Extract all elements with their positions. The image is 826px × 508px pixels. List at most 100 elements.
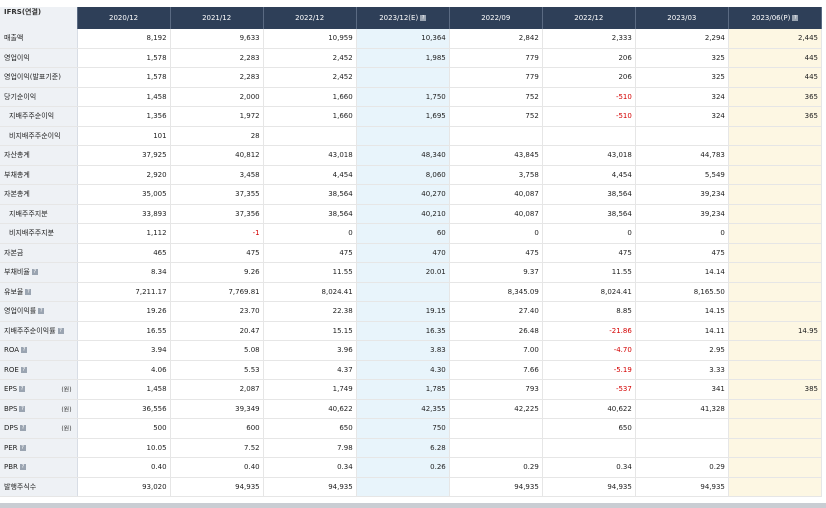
question-icon[interactable]: ? bbox=[20, 425, 27, 432]
table-cell: 94,935 bbox=[170, 477, 264, 497]
table-row: 지배주주지분 33,893 37,356 38,564 40,210 40,087 38,5… bbox=[0, 204, 823, 224]
question-icon[interactable]: ? bbox=[57, 327, 64, 334]
table-row: PER? 10.05 7.52 7.98 6.28 bbox=[0, 438, 823, 458]
table-cell: 28 bbox=[170, 126, 264, 146]
financial-summary-panel: IFRS(연결) 2020/12 2021/12 2022/12 2023/12(E)… bbox=[0, 0, 826, 508]
table-cell: 94,935 bbox=[263, 477, 357, 497]
table-cell: 41,328 bbox=[635, 399, 729, 419]
table-cell: 2,283 bbox=[170, 48, 264, 68]
table-cell: 8.34 bbox=[77, 262, 171, 283]
table-cell: 0 bbox=[635, 223, 729, 244]
table-row: 자본금 465 475 475 470 475 475 475 bbox=[0, 243, 823, 263]
table-cell: 0.29 bbox=[635, 457, 729, 478]
question-icon[interactable]: ? bbox=[21, 347, 28, 354]
table-row: 지배주주순이익 1,356 1,972 1,660 1,695 752 -510 324 365 bbox=[0, 106, 823, 127]
question-icon[interactable]: ? bbox=[19, 386, 26, 393]
table-cell: 23.70 bbox=[170, 301, 264, 322]
table-row: ROE? 4.06 5.53 4.37 4.30 7.66 -5.19 3.33 bbox=[0, 360, 823, 380]
row-label: 지배주주순이익 bbox=[0, 106, 78, 127]
question-icon[interactable]: ? bbox=[19, 405, 26, 412]
table-cell: 20.47 bbox=[170, 321, 264, 341]
table-cell: 750 bbox=[356, 418, 450, 439]
table-body: 매출액 8,192 9,633 10,959 10,364 2,842 2,333 2,294… bbox=[0, 29, 823, 497]
accounting-standard-label: IFRS(연결) bbox=[0, 7, 78, 29]
table-cell: 325 bbox=[635, 67, 729, 88]
row-label: 지배주주순이익률? bbox=[0, 321, 78, 341]
table-cell: 60 bbox=[356, 223, 450, 244]
table-cell: 5.08 bbox=[170, 340, 264, 361]
table-cell: 4,454 bbox=[542, 165, 636, 185]
table-cell: 2,842 bbox=[449, 29, 543, 49]
table-cell: 1,578 bbox=[77, 48, 171, 68]
table-cell: -510 bbox=[542, 87, 636, 107]
question-icon[interactable]: ? bbox=[19, 464, 26, 471]
question-icon[interactable]: ? bbox=[20, 366, 27, 373]
column-header-label: 2022/12 bbox=[295, 14, 325, 22]
table-cell: 4.30 bbox=[356, 360, 450, 380]
table-cell: 94,935 bbox=[449, 477, 543, 497]
table-cell: 206 bbox=[542, 67, 636, 88]
table-cell: 101 bbox=[77, 126, 171, 146]
table-cell: 475 bbox=[635, 243, 729, 263]
row-label-text: 유보율 bbox=[4, 287, 24, 296]
horizontal-scrollbar[interactable] bbox=[0, 503, 826, 508]
table-cell: 650 bbox=[542, 418, 636, 439]
row-label: 유보율? bbox=[0, 282, 78, 302]
table-cell bbox=[542, 126, 636, 146]
table-cell: 10,959 bbox=[263, 29, 357, 49]
question-icon[interactable]: ? bbox=[420, 15, 427, 21]
table-cell: 365 bbox=[728, 87, 823, 107]
table-cell: 8,165.50 bbox=[635, 282, 729, 302]
table-cell: 8,345.09 bbox=[449, 282, 543, 302]
row-label-text: BPS bbox=[4, 404, 18, 413]
table-cell: 11.55 bbox=[263, 262, 357, 283]
row-label: 비지배주주순이익 bbox=[0, 126, 78, 146]
table-cell: 33,893 bbox=[77, 204, 171, 224]
table-cell: 9.37 bbox=[449, 262, 543, 283]
table-cell bbox=[728, 262, 823, 283]
row-label-text: 지배주주지분 bbox=[9, 209, 48, 218]
table-cell bbox=[356, 67, 450, 88]
column-header: 2023/12(E)? bbox=[356, 7, 450, 29]
table-cell: 475 bbox=[263, 243, 357, 263]
column-header: 2020/12 bbox=[77, 7, 171, 29]
table-cell: 4.37 bbox=[263, 360, 357, 380]
table-cell: 42,225 bbox=[449, 399, 543, 419]
table-cell: 38,564 bbox=[263, 184, 357, 205]
table-cell: 9,633 bbox=[170, 29, 264, 49]
table-cell: 325 bbox=[635, 48, 729, 68]
table-cell: 1,972 bbox=[170, 106, 264, 127]
table-cell bbox=[356, 477, 450, 497]
table-row: 영업이익 1,578 2,283 2,452 1,985 779 206 325 445 bbox=[0, 48, 823, 68]
question-icon[interactable]: ? bbox=[31, 269, 38, 276]
table-row: ROA? 3.94 5.08 3.96 3.83 7.00 -4.70 2.95 bbox=[0, 340, 823, 361]
table-cell: 14.11 bbox=[635, 321, 729, 341]
table-cell: 3.96 bbox=[263, 340, 357, 361]
question-icon[interactable]: ? bbox=[792, 15, 799, 21]
table-cell: 0.40 bbox=[77, 457, 171, 478]
table-cell: 0 bbox=[449, 223, 543, 244]
table-cell bbox=[728, 399, 823, 419]
question-icon[interactable]: ? bbox=[38, 308, 45, 315]
question-icon[interactable]: ? bbox=[25, 288, 32, 295]
table-row: 비지배주주지분 1,112 -1 0 60 0 0 0 bbox=[0, 223, 823, 244]
row-label: 자본금 bbox=[0, 243, 78, 263]
table-cell: 341 bbox=[635, 379, 729, 400]
table-cell bbox=[635, 418, 729, 439]
table-cell: 14.14 bbox=[635, 262, 729, 283]
row-label-text: 영업이익률 bbox=[4, 307, 37, 316]
table-cell: 40,087 bbox=[449, 184, 543, 205]
table-cell bbox=[728, 145, 823, 166]
table-cell: 10.05 bbox=[77, 438, 171, 458]
table-cell: 5,549 bbox=[635, 165, 729, 185]
table-cell: 42,355 bbox=[356, 399, 450, 419]
row-label-text: DPS bbox=[4, 424, 19, 433]
table-row: PBR? 0.40 0.40 0.34 0.26 0.29 0.34 0.29 bbox=[0, 457, 823, 478]
table-cell: 793 bbox=[449, 379, 543, 400]
table-cell bbox=[449, 418, 543, 439]
table-cell: 475 bbox=[170, 243, 264, 263]
table-cell: 93,020 bbox=[77, 477, 171, 497]
table-cell bbox=[728, 438, 823, 458]
question-icon[interactable]: ? bbox=[19, 444, 26, 451]
table-cell: 0.34 bbox=[542, 457, 636, 478]
